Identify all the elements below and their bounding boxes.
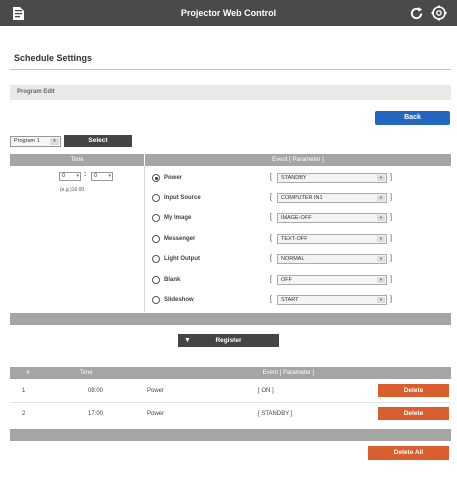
register-label: Register — [215, 337, 242, 344]
table-footer-band — [10, 313, 451, 325]
time-column-header: Time — [10, 154, 144, 166]
event-column-header: Event [ Parameter ] — [145, 154, 451, 166]
chevron-down-icon: ▾ — [377, 215, 385, 221]
hour-value: 0 — [62, 173, 66, 179]
program-select-value: Program 1 — [14, 138, 40, 144]
bracket-open: [ — [270, 194, 272, 201]
radio-my-image[interactable] — [152, 214, 160, 222]
param-select-light-output[interactable]: NORMAL ▾ — [277, 254, 387, 264]
param-select-messenger[interactable]: TEXT-OFF ▾ — [277, 234, 387, 244]
param-value: START — [281, 297, 299, 303]
radio-power[interactable] — [152, 174, 160, 182]
delete-button[interactable]: Delete — [378, 384, 449, 397]
row-time: 17:00 — [88, 411, 104, 417]
chevron-down-icon: ▾ — [377, 256, 385, 262]
event-label: Input Source — [164, 195, 201, 201]
list-event-header: Event [ Parameter ] — [126, 367, 451, 379]
column-divider — [144, 166, 145, 312]
chevron-down-icon: ▾ — [377, 195, 385, 201]
back-button[interactable]: Back — [375, 111, 450, 125]
param-value: OFF — [281, 277, 292, 283]
chevron-down-icon: ▾ — [50, 138, 59, 145]
bracket-close: ] — [390, 296, 392, 303]
event-row-my-image: My Image [ IMAGE-OFF ▾ ] — [152, 213, 452, 223]
param-select-power[interactable]: STANDBY ▾ — [277, 173, 387, 183]
param-value: COMPUTER IN1 — [281, 195, 323, 201]
app-title: Projector Web Control — [180, 8, 277, 18]
param-value: STANDBY — [281, 175, 307, 181]
event-label: Light Output — [164, 256, 200, 262]
list-footer-band — [10, 429, 451, 441]
event-label: Blank — [164, 277, 181, 283]
section-header: Program Edit — [10, 85, 451, 100]
event-row-messenger: Messenger [ TEXT-OFF ▾ ] — [152, 234, 452, 244]
radio-light-output[interactable] — [152, 255, 160, 263]
radio-blank[interactable] — [152, 276, 160, 284]
row-num: 1 — [22, 388, 26, 394]
bracket-open: [ — [270, 235, 272, 242]
bracket-close: ] — [390, 174, 392, 181]
param-value: IMAGE-OFF — [281, 215, 312, 221]
delete-all-button[interactable]: Delete All — [368, 446, 449, 460]
event-label: Power — [164, 175, 183, 181]
refresh-icon[interactable] — [409, 6, 424, 21]
bracket-close: ] — [390, 194, 392, 201]
section-title: Program Edit — [17, 89, 55, 95]
chevron-down-icon: ▾ — [377, 277, 385, 283]
param-value: TEXT-OFF — [281, 236, 308, 242]
bracket-open: [ — [270, 255, 272, 262]
radio-input-source[interactable] — [152, 194, 160, 202]
list-time-header: Time — [46, 367, 126, 379]
register-button[interactable]: ▼ Register — [178, 334, 279, 347]
chevron-down-icon: ▾ — [377, 175, 385, 181]
program-select[interactable]: Program 1 ▾ — [10, 136, 61, 147]
select-button[interactable]: Select — [64, 135, 132, 147]
bracket-close: ] — [390, 255, 392, 262]
gear-icon[interactable] — [431, 5, 447, 21]
chevron-down-icon: ▾ — [377, 297, 385, 303]
event-row-power: Power [ STANDBY ▾ ] — [152, 173, 452, 183]
event-row-blank: Blank [ OFF ▾ ] — [152, 275, 452, 285]
bracket-close: ] — [390, 214, 392, 221]
bracket-open: [ — [270, 276, 272, 283]
param-value: NORMAL — [281, 256, 305, 262]
row-event: Power — [147, 388, 165, 394]
bracket-open: [ — [270, 296, 272, 303]
param-select-my-image[interactable]: IMAGE-OFF ▾ — [277, 213, 387, 223]
chevron-down-icon: ▾ — [76, 173, 79, 179]
row-num: 2 — [22, 411, 26, 417]
hour-select[interactable]: 0 ▾ — [59, 172, 81, 181]
param-select-slideshow[interactable]: START ▾ — [277, 295, 387, 305]
param-select-blank[interactable]: OFF ▾ — [277, 275, 387, 285]
event-row-slideshow: Slideshow [ START ▾ ] — [152, 295, 452, 305]
row-param: [ ON ] — [258, 388, 274, 394]
row-param: [ STANDBY ] — [258, 411, 293, 417]
bracket-open: [ — [270, 174, 272, 181]
chevron-down-icon: ▾ — [377, 236, 385, 242]
delete-button[interactable]: Delete — [378, 407, 449, 420]
page-title: Schedule Settings — [14, 53, 93, 63]
row-event: Power — [147, 411, 165, 417]
radio-messenger[interactable] — [152, 235, 160, 243]
minute-select[interactable]: 0 ▾ — [91, 172, 113, 181]
time-example: (e.g.)16:00 — [60, 187, 85, 193]
event-label: Messenger — [164, 236, 196, 242]
bracket-close: ] — [390, 235, 392, 242]
chevron-down-icon: ▾ — [108, 173, 111, 179]
time-separator: : — [84, 171, 87, 178]
row-time: 08:00 — [88, 388, 104, 394]
row-divider — [10, 402, 451, 403]
param-select-input-source[interactable]: COMPUTER IN1 ▾ — [277, 193, 387, 203]
radio-slideshow[interactable] — [152, 296, 160, 304]
event-row-input-source: Input Source [ COMPUTER IN1 ▾ ] — [152, 193, 452, 203]
list-num-header: # — [10, 367, 46, 379]
bracket-open: [ — [270, 214, 272, 221]
title-divider — [10, 69, 451, 70]
event-label: Slideshow — [164, 297, 194, 303]
minute-value: 0 — [94, 173, 98, 179]
bracket-close: ] — [390, 276, 392, 283]
event-row-light-output: Light Output [ NORMAL ▾ ] — [152, 254, 452, 264]
top-bar: Projector Web Control — [0, 0, 457, 26]
event-label: My Image — [164, 215, 192, 221]
